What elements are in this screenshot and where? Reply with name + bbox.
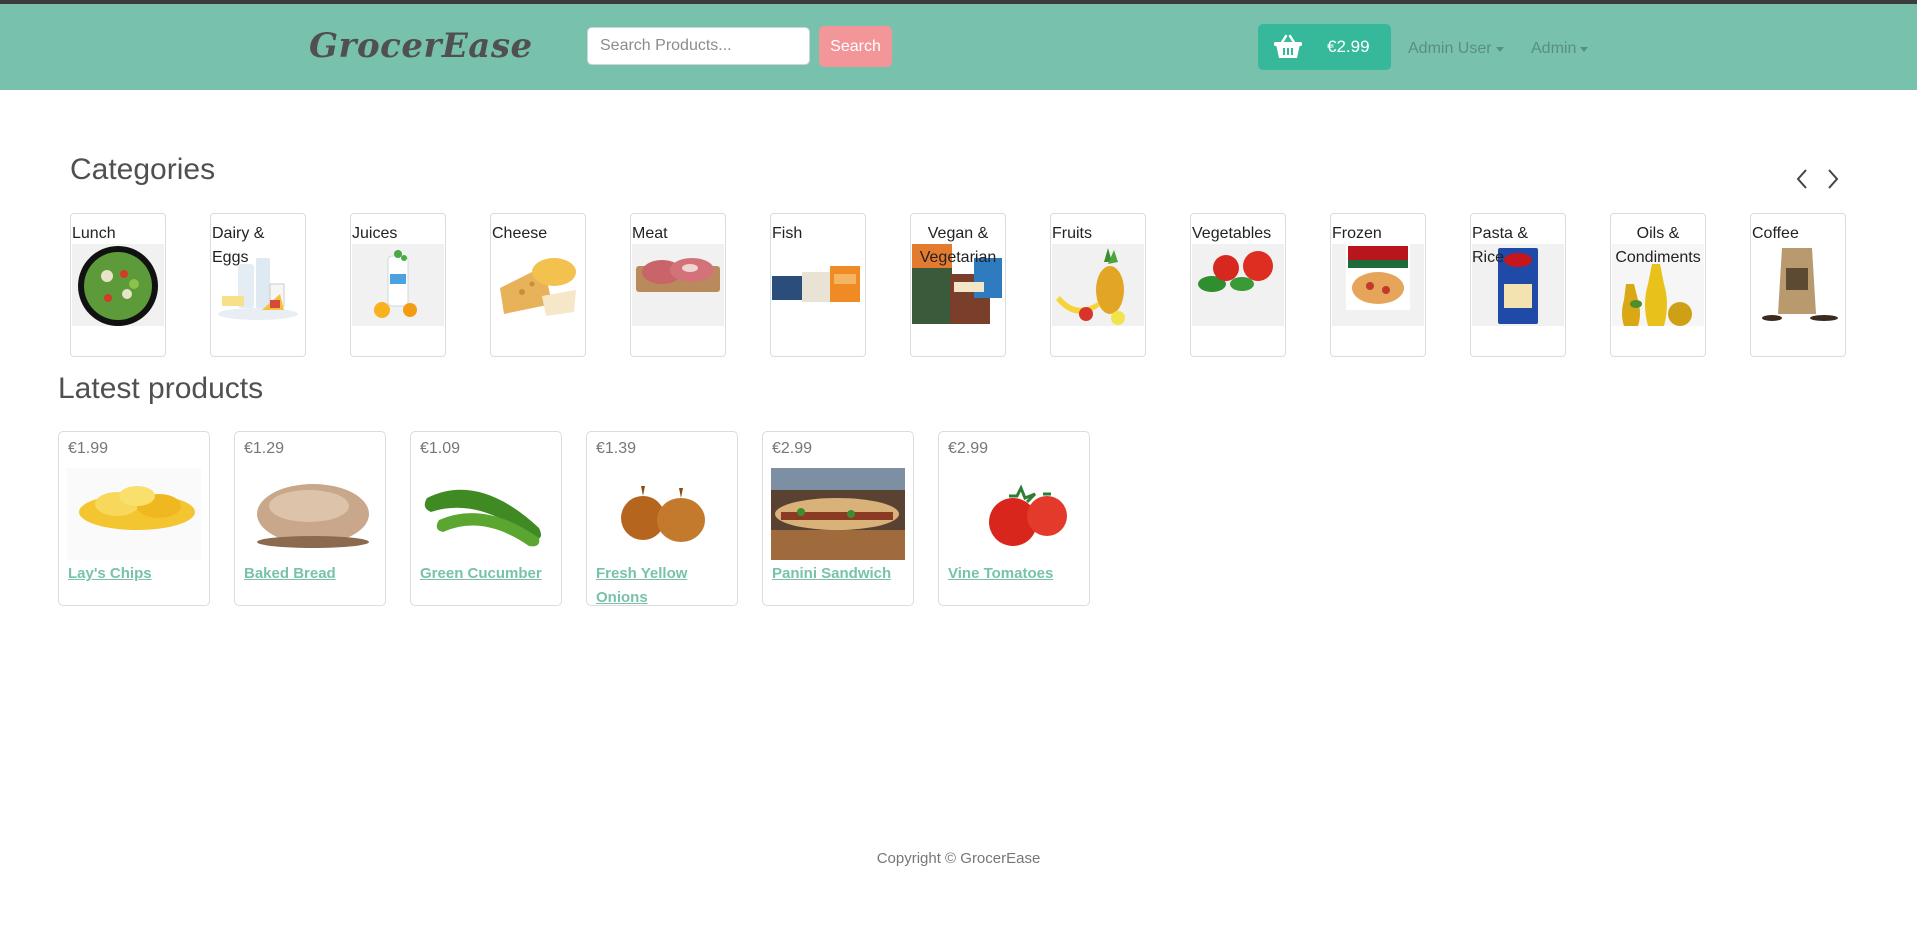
product-link[interactable]: Green Cucumber [420,562,555,586]
chips-image [67,468,201,560]
tomatoes-image [947,468,1081,560]
category-label: Juices [352,225,398,242]
product-link[interactable]: Fresh Yellow Onions [596,562,731,605]
user-menu-dropdown[interactable]: Admin User [1408,40,1504,58]
coffee-image [1752,244,1844,326]
product-price: €1.29 [244,440,285,457]
category-card-juices[interactable]: Juices [350,213,446,357]
chevron-left-icon [1796,169,1807,189]
category-label: Cheese [492,225,548,242]
product-card[interactable]: €1.39 Fresh Yellow Onions [586,431,738,606]
product-link[interactable]: Baked Bread [244,562,379,586]
categories-title: Categories [70,153,216,186]
juice-image [352,244,444,326]
category-card-pasta-rice[interactable]: Pasta & Rice [1470,213,1566,357]
bread-image [243,468,377,560]
basket-icon [1274,34,1302,58]
category-card-oils-condiments[interactable]: Oils & Condiments [1610,213,1706,357]
cucumber-image [419,468,553,560]
category-label: Oils & Condiments [1615,225,1701,266]
category-label: Vegetables [1192,225,1272,242]
admin-menu-dropdown[interactable]: Admin [1531,40,1589,58]
caret-down-icon [1495,46,1504,52]
frozen-pizza-image [1332,244,1424,326]
category-card-cheese[interactable]: Cheese [490,213,586,357]
latest-products-title: Latest products [58,372,264,405]
search-button[interactable]: Search [819,26,892,67]
fruits-image [1052,244,1144,326]
product-price: €2.99 [772,440,813,457]
product-price: €1.39 [596,440,637,457]
carousel-prev-button[interactable] [1791,166,1813,192]
product-link[interactable]: Lay's Chips [68,562,203,586]
category-label: Coffee [1752,225,1799,242]
category-label: Fruits [1052,225,1092,242]
category-label: Frozen [1332,225,1382,242]
product-card[interactable]: €1.29 Baked Bread [234,431,386,606]
salad-image [72,244,164,326]
meat-image [632,244,724,326]
product-price: €1.09 [420,440,461,457]
product-price: €2.99 [948,440,989,457]
category-card-vegetables[interactable]: Vegetables [1190,213,1286,357]
fish-image [772,244,864,326]
navbar: GrocerEase Search €2.99 Admin User Admin [0,4,1917,90]
product-link[interactable]: Vine Tomatoes [948,562,1083,586]
user-menu-label: Admin User [1408,40,1492,57]
vegetables-image [1192,244,1284,326]
product-price: €1.99 [68,440,109,457]
product-card[interactable]: €2.99 Vine Tomatoes [938,431,1090,606]
category-card-coffee[interactable]: Coffee [1750,213,1846,357]
category-label: Dairy & Eggs [212,225,265,266]
category-card-vegan-vegetarian[interactable]: Vegan & Vegetarian [910,213,1006,357]
cart-button[interactable]: €2.99 [1258,24,1391,70]
footer-copyright: Copyright © GrocerEase [876,850,1041,867]
category-card-lunch[interactable]: Lunch [70,213,166,357]
onions-image [595,468,729,560]
category-card-fruits[interactable]: Fruits [1050,213,1146,357]
product-card[interactable]: €2.99 Panini Sandwich [762,431,914,606]
category-card-fish[interactable]: Fish [770,213,866,357]
search-input[interactable] [587,27,810,65]
admin-menu-label: Admin [1531,40,1577,57]
chevron-right-icon [1828,169,1839,189]
carousel-next-button[interactable] [1822,166,1844,192]
cart-total: €2.99 [1327,37,1370,56]
category-label: Fish [772,225,803,242]
panini-image [771,468,905,560]
category-label: Lunch [72,225,116,242]
category-label: Pasta & Rice [1472,225,1529,266]
product-card[interactable]: €1.09 Green Cucumber [410,431,562,606]
category-card-dairy-eggs[interactable]: Dairy & Eggs [210,213,306,357]
category-card-meat[interactable]: Meat [630,213,726,357]
category-label: Meat [632,225,668,242]
product-link[interactable]: Panini Sandwich [772,562,907,586]
caret-down-icon [1580,46,1589,52]
brand-logo[interactable]: GrocerEase [309,26,533,66]
cheese-image [492,244,584,326]
product-card[interactable]: €1.99 Lay's Chips [58,431,210,606]
category-label: Vegan & Vegetarian [919,225,997,266]
category-card-frozen[interactable]: Frozen [1330,213,1426,357]
